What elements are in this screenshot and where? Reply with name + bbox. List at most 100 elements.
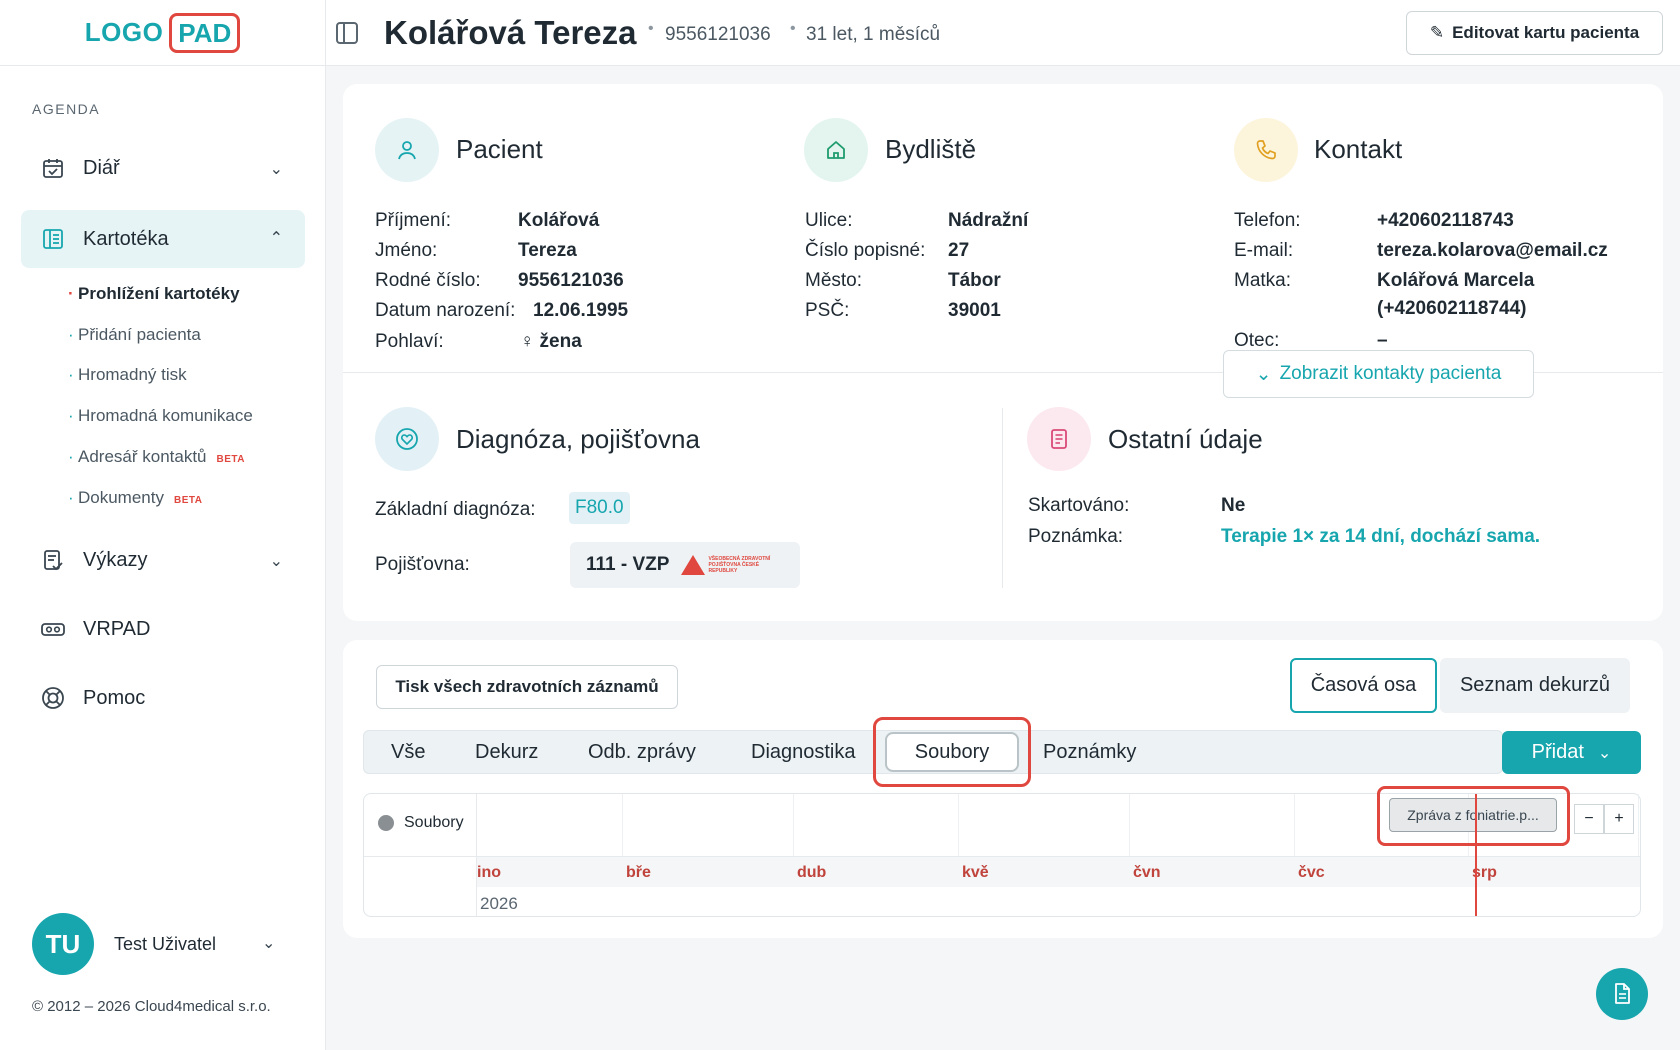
chevron-up-icon: ⌃ — [269, 230, 283, 247]
field-label: Ulice: — [805, 210, 853, 231]
section-title-ostatni-udaje: Ostatní údaje — [1108, 424, 1263, 454]
tab-diagnostika[interactable]: Diagnostika — [751, 741, 856, 764]
subnav-label: Přidání pacienta — [78, 325, 201, 344]
subnav-pridani-pacienta[interactable]: Přidání pacienta — [68, 325, 201, 345]
field-value-mother: Kolářová Marcela — [1377, 270, 1535, 291]
field-label: Pojišťovna: — [375, 554, 470, 575]
field-value-father: – — [1377, 330, 1388, 351]
field-value-surname: Kolářová — [518, 210, 600, 231]
sidebar-item-diar[interactable]: Diář ⌄ — [21, 139, 305, 197]
section-title-kontakt: Kontakt — [1314, 134, 1403, 164]
grid-line — [793, 794, 794, 856]
field-label: Rodné číslo: — [375, 270, 481, 291]
pencil-icon: ✎ — [1429, 23, 1445, 42]
tab-vse[interactable]: Vše — [391, 741, 425, 764]
highlight-box: Soubory — [873, 717, 1031, 787]
subnav-hromadny-tisk[interactable]: Hromadný tisk — [68, 365, 187, 385]
field-label: Otec: — [1234, 330, 1280, 351]
diagnosis-chip[interactable]: F80.0 — [569, 492, 630, 524]
tab-odb-zpravy[interactable]: Odb. zprávy — [588, 741, 696, 764]
subnav-label: Hromadný tisk — [78, 365, 187, 384]
grid-line — [1294, 794, 1295, 856]
tab-dekurz[interactable]: Dekurz — [475, 741, 538, 764]
month-label: čvc — [1298, 864, 1325, 881]
decursus-list-view-button[interactable]: Seznam dekurzů — [1440, 658, 1630, 713]
tab-soubory[interactable]: Soubory — [885, 732, 1019, 772]
field-value-house-number: 27 — [948, 240, 970, 261]
timeline-divider — [476, 794, 477, 916]
subnav-prohlizeni-kartoteky[interactable]: Prohlížení kartotéky — [68, 284, 240, 304]
field-label: PSČ: — [805, 300, 850, 321]
grid-line — [958, 794, 959, 856]
field-value-phone: +420602118743 — [1377, 210, 1514, 231]
sidebar-item-vrpad[interactable]: VRPAD — [21, 600, 305, 658]
field-label: Jméno: — [375, 240, 438, 261]
add-record-button[interactable]: Přidat ⌄ — [1502, 731, 1641, 774]
separator-dot: • — [790, 20, 796, 37]
logo[interactable]: LOGO PAD — [0, 0, 325, 66]
sidebar-item-pomoc[interactable]: Pomoc — [21, 669, 305, 727]
edit-patient-label: Editovat kartu pacienta — [1452, 23, 1640, 42]
month-label: bře — [626, 864, 651, 881]
page-header: Kolářová Tereza • 9556121036 • 31 let, 1… — [326, 0, 1680, 66]
separator-dot: • — [648, 20, 654, 37]
vzp-logo-text: VŠEOBECNÁ ZDRAVOTNÍ POJIŠŤOVNA ČESKÉ REP… — [708, 556, 771, 574]
subnav-label: Adresář kontaktů — [78, 447, 207, 466]
field-label: Matka: — [1234, 270, 1292, 291]
sidebar-item-vykazy[interactable]: Výkazy ⌄ — [21, 531, 305, 589]
calendar-icon — [41, 156, 65, 180]
show-contacts-button[interactable]: ⌄ Zobrazit kontakty pacienta — [1223, 350, 1534, 398]
zoom-in-button[interactable]: + — [1604, 804, 1634, 834]
grid-line — [622, 794, 623, 856]
report-icon — [41, 548, 65, 572]
subnav-hromadna-komunikace[interactable]: Hromadná komunikace — [68, 406, 253, 426]
decursus-list-label: Seznam dekurzů — [1459, 674, 1611, 696]
page-title: Kolářová Tereza — [384, 14, 637, 51]
timeline-row-text: Soubory — [404, 814, 464, 831]
subnav-label: Hromadná komunikace — [78, 406, 253, 425]
subnav-dokumenty[interactable]: Dokumenty BETA — [68, 488, 202, 508]
sidebar-item-kartoteka[interactable]: Kartotéka ⌃ — [21, 210, 305, 268]
subnav-label: Prohlížení kartotéky — [78, 284, 240, 303]
chevron-down-icon: ⌄ — [269, 161, 283, 178]
beta-badge: BETA — [216, 454, 245, 465]
highlight-box: Zpráva z foniatrie.p... — [1377, 786, 1570, 846]
divider — [1002, 408, 1003, 588]
field-label: Telefon: — [1234, 210, 1301, 231]
timeline-event[interactable]: Zpráva z foniatrie.p... — [1389, 798, 1557, 832]
field-value-mother-phone: (+420602118744) — [1377, 298, 1527, 319]
timeline: Soubory ino bře dub kvě čvn čvc srp 2026… — [363, 786, 1641, 917]
sidebar-item-label: Pomoc — [83, 686, 146, 709]
field-label: Město: — [805, 270, 863, 291]
field-value-street: Nádražní — [948, 210, 1029, 231]
zoom-out-button[interactable]: − — [1574, 804, 1604, 834]
edit-patient-button[interactable]: ✎ Editovat kartu pacienta — [1406, 11, 1663, 55]
card-file-icon — [41, 227, 65, 251]
timeline-view-button[interactable]: Časová osa — [1290, 658, 1437, 713]
print-all-label: Tisk všech zdravotních záznamů — [395, 677, 659, 696]
field-value-shredded: Ne — [1221, 495, 1246, 516]
insurance-value: 111 - VZP — [586, 554, 670, 575]
lifebuoy-icon — [41, 686, 65, 710]
month-label: kvě — [962, 864, 989, 881]
chevron-down-icon: ⌄ — [262, 935, 276, 952]
sidebar-collapse-icon[interactable] — [336, 22, 358, 44]
month-label: ino — [477, 864, 501, 881]
vzp-logo: VŠEOBECNÁ ZDRAVOTNÍ POJIŠŤOVNA ČESKÉ REP… — [681, 555, 778, 575]
add-record-label: Přidat — [1531, 741, 1584, 763]
subnav-adresar-kontaktu[interactable]: Adresář kontaktů BETA — [68, 447, 245, 467]
print-all-records-button[interactable]: Tisk všech zdravotních záznamů — [376, 665, 678, 709]
sidebar-item-label: Výkazy — [83, 548, 148, 571]
month-label: čvn — [1133, 864, 1161, 881]
field-value-birth-number: 9556121036 — [518, 270, 624, 291]
field-label: Číslo popisné: — [805, 240, 926, 261]
tab-poznamky[interactable]: Poznámky — [1043, 741, 1136, 764]
document-fab-button[interactable] — [1596, 968, 1648, 1020]
field-value-first-name: Tereza — [518, 240, 577, 261]
section-title-bydliste: Bydliště — [885, 134, 977, 164]
vzp-logo-mark — [681, 555, 706, 575]
user-menu[interactable]: TU Test Uživatel ⌄ — [32, 913, 275, 975]
field-label: Skartováno: — [1028, 495, 1130, 516]
year-label: 2026 — [480, 894, 518, 913]
field-value-gender: ♀ žena — [520, 331, 582, 353]
